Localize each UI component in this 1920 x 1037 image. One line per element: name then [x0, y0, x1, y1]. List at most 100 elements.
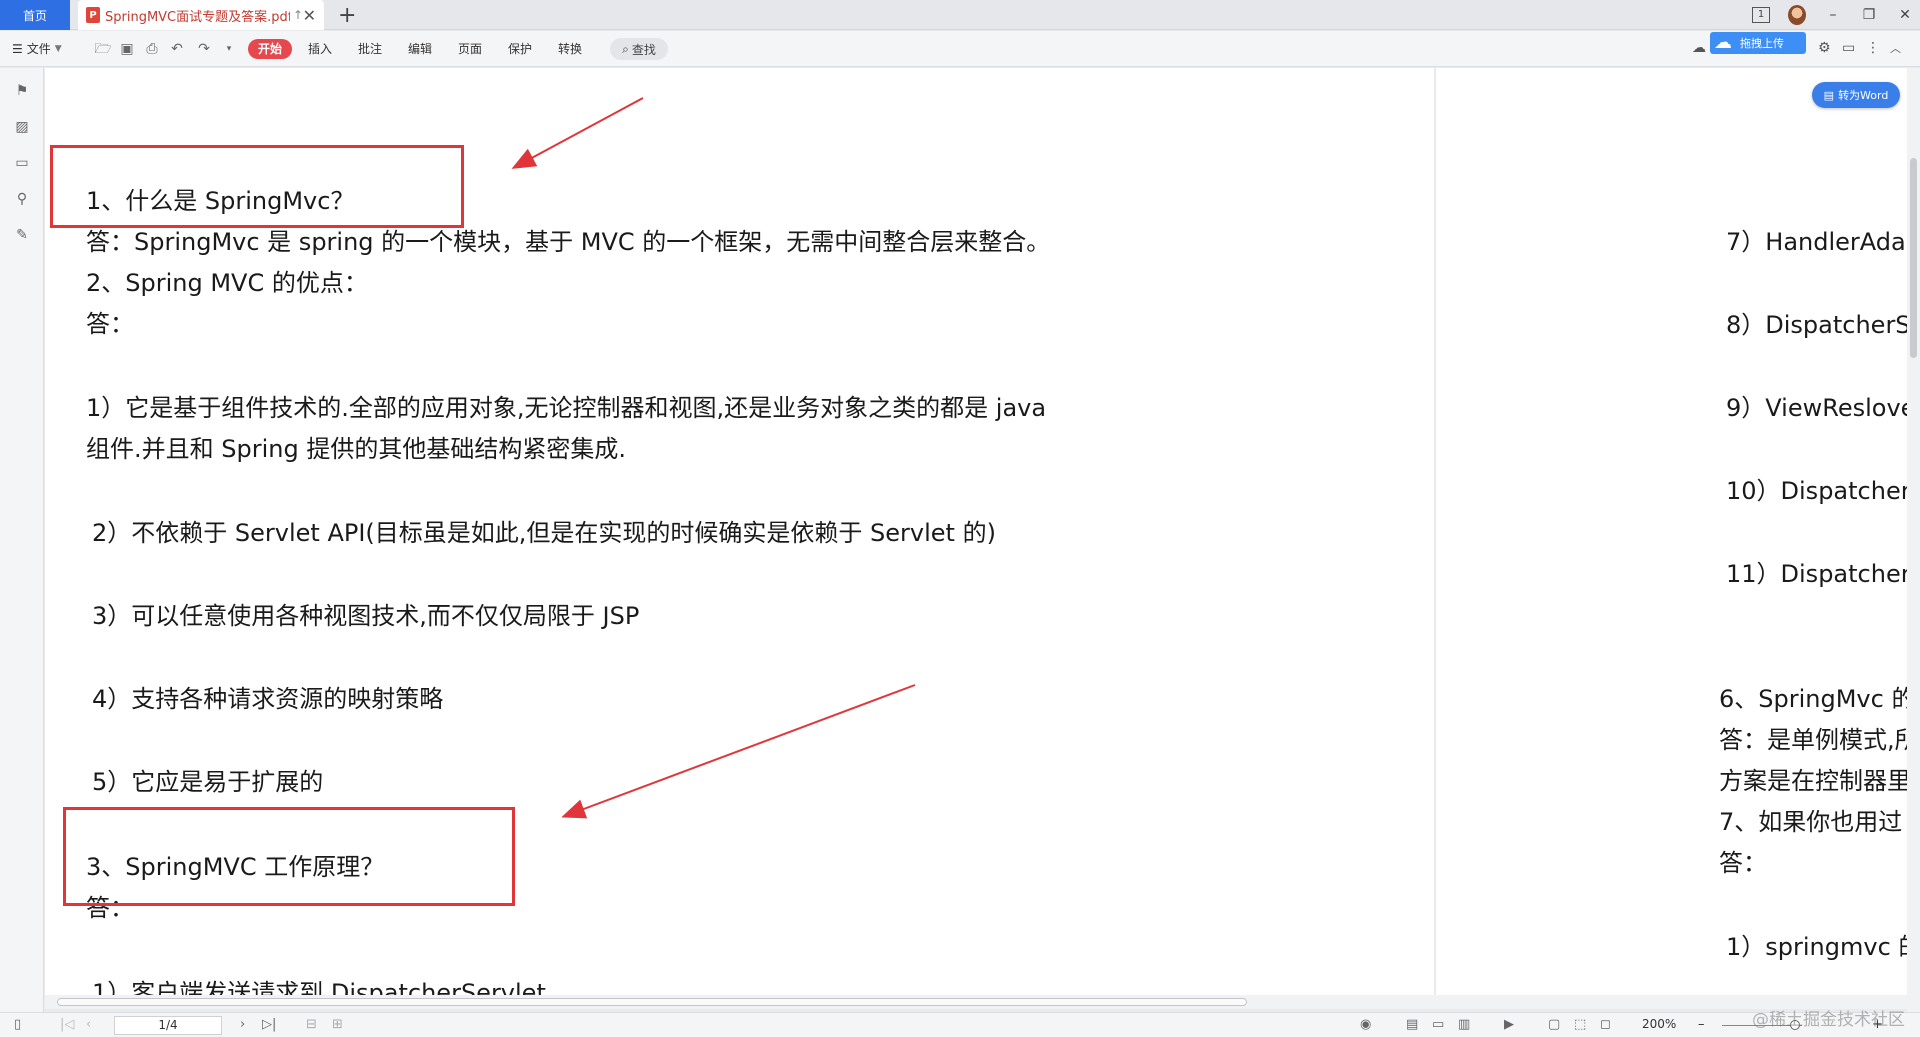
- document-tab-title: SpringMVC面试专题及答案.pdf: [105, 9, 290, 25]
- bookmark-icon[interactable]: ⚑: [13, 82, 31, 100]
- close-tab-button[interactable]: ✕: [303, 6, 316, 25]
- more-icon[interactable]: ⋮: [1866, 40, 1880, 56]
- eye-protection-icon[interactable]: ◉: [1360, 1017, 1371, 1033]
- advantage-1-line-1: 1）它是基于组件技术的.全部的应用对象,无论控制器和视图,还是业务对象之类的都是…: [86, 394, 1047, 422]
- document-tab[interactable]: P SpringMVC面试专题及答案.pdf ↑ ✕: [78, 0, 324, 30]
- watermark: @稀土掘金技术社区: [1752, 1010, 1905, 1030]
- tab-protect[interactable]: 保护: [508, 40, 532, 58]
- thumbnail-icon[interactable]: ▨: [13, 118, 31, 136]
- first-page-icon[interactable]: |◁: [60, 1017, 74, 1033]
- pin-icon[interactable]: ↑: [293, 8, 303, 22]
- tab-convert[interactable]: 转换: [558, 40, 582, 58]
- cloud-sync-icon[interactable]: ☁: [1692, 40, 1706, 56]
- tab-comment[interactable]: 批注: [358, 40, 382, 58]
- quick-access-dropdown-icon[interactable]: ▾: [220, 40, 238, 58]
- page2-question-6: 6、SpringMvc 的控: [1719, 685, 1920, 713]
- minimize-button[interactable]: –: [1824, 7, 1842, 23]
- attachment-icon[interactable]: ⚲: [13, 190, 31, 208]
- tab-edit[interactable]: 编辑: [408, 40, 432, 58]
- pdf-page-2: 7）HandlerAdapter 8）DispatcherServle 9）Vi…: [1436, 68, 1920, 998]
- open-folder-icon[interactable]: 🗁: [94, 40, 112, 58]
- page2-line-3: 9）ViewReslover 解: [1726, 394, 1920, 422]
- advantage-1-line-2: 组件.并且和 Spring 提供的其他基础结构紧密集成.: [86, 435, 626, 463]
- convert-to-word-label: 转为Word: [1838, 89, 1889, 102]
- home-tab[interactable]: 首页: [0, 0, 70, 30]
- upload-label: 拖拽上传: [1740, 37, 1784, 50]
- next-page-icon[interactable]: ›: [240, 1017, 245, 1033]
- fit-width-icon[interactable]: ◻: [1600, 1017, 1611, 1033]
- document-area: 1、什么是 SpringMvc？ 答：SpringMvc 是 spring 的一…: [45, 68, 1920, 1012]
- back-icon[interactable]: ⊟: [306, 1017, 317, 1033]
- tab-start[interactable]: 开始: [248, 39, 292, 59]
- avatar[interactable]: [1788, 5, 1806, 25]
- search-icon: ⌕: [622, 41, 629, 56]
- maximize-button[interactable]: ❐: [1860, 7, 1878, 23]
- message-icon[interactable]: ▭: [1842, 40, 1855, 56]
- collapse-ribbon-icon[interactable]: ︿: [1890, 40, 1901, 56]
- annotation-box-question-1[interactable]: [50, 145, 464, 228]
- play-icon[interactable]: ▶: [1504, 1017, 1514, 1033]
- file-menu[interactable]: ☰ 文件 ▼: [12, 40, 62, 58]
- advantage-2: 2）不依赖于 Servlet API(目标虽是如此,但是在实现的时候确实是依赖于…: [92, 519, 996, 547]
- hamburger-icon: ☰: [12, 42, 23, 56]
- advantage-5: 5）它应是易于扩展的: [92, 768, 324, 796]
- convert-to-word-button[interactable]: ▤ 转为Word: [1812, 82, 1900, 108]
- vertical-scrollbar[interactable]: [1907, 68, 1920, 1012]
- file-menu-label: 文件: [26, 42, 51, 56]
- chevron-down-icon: ▼: [54, 44, 62, 54]
- redo-icon[interactable]: ↷: [195, 40, 213, 58]
- left-sidebar: ⚑ ▨ ▭ ⚲ ✎: [0, 68, 44, 1012]
- page2-answer-7-label: 答：: [1719, 849, 1767, 877]
- find-button[interactable]: ⌕ 查找: [610, 38, 668, 60]
- last-page-icon[interactable]: ▷|: [262, 1017, 276, 1033]
- single-page-view-icon[interactable]: ▤: [1406, 1017, 1418, 1033]
- page2-answer-7-item-1: 1）springmvc 的入: [1726, 933, 1920, 961]
- undo-icon[interactable]: ↶: [168, 40, 186, 58]
- sidebar-toggle-icon[interactable]: ▯: [14, 1017, 21, 1033]
- status-bar: ▯ |◁ ‹ 1/4 › ▷| ⊟ ⊞ ◉ ▤ ▭ ▥ ▶ ▢ ⬚ ◻ 200%…: [0, 1012, 1920, 1037]
- annotation-arrow-2: [561, 684, 916, 819]
- find-label: 查找: [631, 42, 656, 57]
- page2-answer-6-line-2: 方案是在控制器里: [1719, 767, 1911, 795]
- page-number-input[interactable]: 1/4: [114, 1016, 222, 1035]
- page2-line-5: 11）DispatcherServ: [1726, 560, 1920, 588]
- close-window-button[interactable]: ✕: [1896, 7, 1914, 23]
- fit-page-icon[interactable]: ⬚: [1574, 1017, 1586, 1033]
- print-icon[interactable]: ⎙: [143, 40, 161, 58]
- advantage-4: 4）支持各种请求资源的映射策略: [92, 685, 444, 713]
- tab-page[interactable]: 页面: [458, 40, 482, 58]
- answer-1: 答：SpringMvc 是 spring 的一个模块，基于 MVC 的一个框架，…: [86, 228, 1051, 256]
- annotation-box-question-3[interactable]: [63, 807, 515, 906]
- two-page-view-icon[interactable]: ▥: [1458, 1017, 1470, 1033]
- tab-bar: 首页 P SpringMVC面试专题及答案.pdf ↑ ✕ + 1 – ❐ ✕: [0, 0, 1920, 30]
- drag-upload-button[interactable]: ☁ 拖拽上传: [1710, 32, 1806, 54]
- new-tab-button[interactable]: +: [338, 3, 356, 28]
- pdf-icon: P: [86, 7, 100, 23]
- actual-size-icon[interactable]: ▢: [1548, 1017, 1560, 1033]
- advantage-3: 3）可以任意使用各种视图技术,而不仅仅局限于 JSP: [92, 602, 640, 630]
- save-icon[interactable]: ▣: [118, 40, 136, 58]
- horizontal-scroll-thumb[interactable]: [57, 998, 1247, 1006]
- comment-icon[interactable]: ▭: [13, 154, 31, 172]
- settings-icon[interactable]: ⚙: [1818, 40, 1831, 56]
- tab-insert[interactable]: 插入: [308, 40, 332, 58]
- signature-icon[interactable]: ✎: [13, 226, 31, 244]
- page2-line-2: 8）DispatcherServle: [1726, 311, 1920, 339]
- page2-line-1: 7）HandlerAdapter: [1726, 228, 1920, 256]
- zoom-out-button[interactable]: –: [1698, 1017, 1705, 1033]
- zoom-level[interactable]: 200%: [1642, 1017, 1676, 1031]
- forward-icon[interactable]: ⊞: [332, 1017, 343, 1033]
- previous-page-icon[interactable]: ‹: [86, 1017, 91, 1033]
- window-controls: 1 – ❐ ✕: [1752, 0, 1914, 30]
- word-icon: ▤: [1823, 88, 1835, 102]
- question-2: 2、Spring MVC 的优点：: [86, 269, 368, 297]
- page2-answer-6-line-1: 答：是单例模式,所: [1719, 726, 1919, 754]
- vertical-scroll-thumb[interactable]: [1910, 158, 1917, 358]
- continuous-view-icon[interactable]: ▭: [1432, 1017, 1444, 1033]
- horizontal-scrollbar[interactable]: [45, 995, 1907, 1009]
- answer-2-label: 答：: [86, 310, 134, 338]
- layout-switch-icon[interactable]: 1: [1752, 7, 1770, 23]
- toolbar: ☰ 文件 ▼ 🗁 ▣ ⎙ ↶ ↷ ▾ 开始 插入 批注 编辑 页面 保护 转换 …: [0, 31, 1920, 67]
- cloud-icon: ☁: [1714, 32, 1732, 53]
- annotation-arrow-1: [511, 97, 644, 169]
